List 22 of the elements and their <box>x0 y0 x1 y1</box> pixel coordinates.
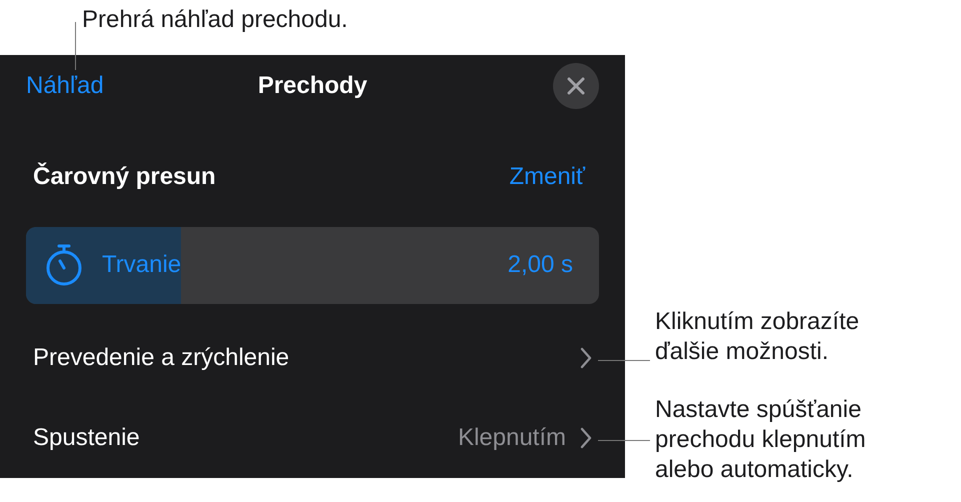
row-label: Spustenie <box>33 424 140 452</box>
settings-row[interactable]: Spustenie Klepnutím <box>26 398 599 478</box>
callout-text: Kliknutím zobrazíte ďalšie možnosti. <box>655 307 860 367</box>
close-button[interactable] <box>553 62 599 109</box>
duration-label: Trvanie <box>102 251 182 280</box>
row-value: Klepnutím <box>458 424 566 452</box>
duration-value: 2,00 s <box>508 251 573 280</box>
chevron-icon <box>580 346 592 369</box>
duration-slider[interactable]: Trvanie 2,00 s <box>26 226 599 304</box>
leader-line <box>598 360 650 361</box>
row-label: Prevedenie a zrýchlenie <box>33 344 290 372</box>
change-button[interactable]: Zmeniť <box>509 163 585 192</box>
leader-line <box>598 440 650 441</box>
preview-button[interactable]: Náhľad <box>26 72 104 100</box>
callout-text: Nastavte spúšťanie prechodu klepnutím alebo automaticky. <box>655 395 866 485</box>
panel-title: Prechody <box>258 72 368 99</box>
settings-row[interactable]: Prevedenie a zrýchlenie <box>26 318 599 398</box>
chevron-icon <box>580 426 592 449</box>
callout-text: Prehrá náhľad prechodu. <box>82 5 348 35</box>
transition-name: Čarovný presun <box>33 163 216 192</box>
close-icon <box>567 76 585 95</box>
leader-line <box>75 22 76 70</box>
